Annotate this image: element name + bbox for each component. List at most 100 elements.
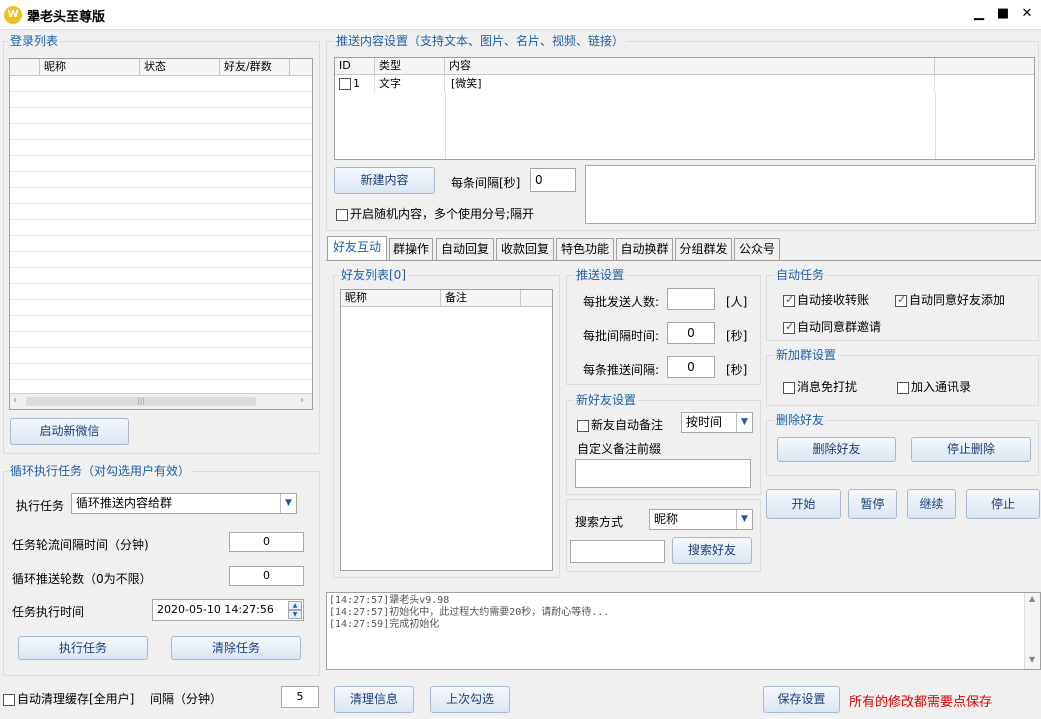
stop-button[interactable]: 停止 bbox=[966, 489, 1040, 519]
tab-group-broadcast[interactable]: 分组群发 bbox=[675, 238, 732, 260]
new-content-button[interactable]: 新建内容 bbox=[334, 167, 435, 194]
save-settings-button[interactable]: 保存设置 bbox=[763, 686, 840, 713]
checkbox-icon[interactable] bbox=[897, 381, 909, 394]
each-push-interval-input[interactable]: 0 bbox=[667, 356, 715, 378]
mute-checkbox[interactable]: 消息免打扰 bbox=[783, 378, 857, 395]
login-table[interactable]: 昵称 状态 好友/群数 bbox=[9, 58, 313, 410]
interval-input[interactable]: 0 bbox=[229, 532, 304, 552]
scroll-down-icon[interactable]: ▼ bbox=[1029, 655, 1035, 664]
batch-count-input[interactable] bbox=[667, 288, 715, 310]
each-push-interval-unit: [秒] bbox=[726, 363, 748, 377]
each-interval-input[interactable]: 0 bbox=[530, 168, 576, 192]
delete-friend-button[interactable]: 删除好友 bbox=[777, 437, 896, 462]
accept-transfer-label: 自动接收转账 bbox=[797, 293, 870, 307]
start-wechat-button[interactable]: 启动新微信 bbox=[10, 418, 129, 445]
checkbox-icon[interactable] bbox=[3, 693, 15, 706]
scroll-right-icon[interactable]: › bbox=[300, 395, 304, 406]
each-interval-label: 每条间隔[秒] bbox=[451, 176, 521, 190]
push-settings-label: 推送设置 bbox=[574, 268, 627, 282]
checkbox-checked-icon[interactable] bbox=[895, 293, 907, 307]
interval-label: 任务轮流间隔时间（分钟) bbox=[12, 538, 149, 552]
checkbox-icon[interactable] bbox=[783, 381, 795, 394]
tab-auto-switch-group[interactable]: 自动换群 bbox=[616, 238, 673, 260]
tab-friend-interaction[interactable]: 好友互动 bbox=[327, 236, 387, 261]
batch-interval-input[interactable]: 0 bbox=[667, 322, 715, 344]
note-mode-value: 按时间 bbox=[686, 415, 723, 429]
scroll-up-icon[interactable]: ▲ bbox=[1029, 594, 1035, 603]
tab-payment-reply[interactable]: 收款回复 bbox=[496, 238, 554, 260]
tab-official-account[interactable]: 公众号 bbox=[734, 238, 780, 260]
col-friend-note[interactable]: 备注 bbox=[441, 290, 521, 307]
search-input[interactable] bbox=[570, 540, 665, 563]
minimize-button[interactable]: ▁ bbox=[966, 2, 992, 26]
scroll-left-icon[interactable]: ‹ bbox=[13, 395, 17, 406]
batch-interval-label: 每批间隔时间: bbox=[583, 329, 660, 343]
time-value: 2020-05-10 14:27:56 bbox=[157, 603, 274, 616]
spin-up-icon[interactable]: ▲ bbox=[288, 601, 302, 610]
login-table-scrollbar[interactable]: ‹ ||| › bbox=[10, 393, 312, 409]
search-mode-select[interactable]: 昵称 ▼ bbox=[649, 509, 753, 530]
resume-button[interactable]: 继续 bbox=[907, 489, 956, 519]
spin-down-icon[interactable]: ▼ bbox=[288, 610, 302, 619]
push-content-table[interactable]: ID 类型 内容 1 文字 [微笑] bbox=[334, 57, 1035, 160]
checkbox-checked-icon[interactable] bbox=[783, 320, 795, 334]
row-checkbox[interactable] bbox=[339, 78, 351, 90]
time-picker[interactable]: 2020-05-10 14:27:56 ▲ ▼ bbox=[152, 599, 304, 621]
cache-interval-label: 间隔（分钟） bbox=[150, 692, 223, 706]
batch-count-label: 每批发送人数: bbox=[583, 295, 660, 309]
tab-auto-reply[interactable]: 自动回复 bbox=[436, 238, 494, 260]
rounds-input[interactable]: 0 bbox=[229, 566, 304, 586]
random-content-checkbox[interactable]: 开启随机内容，多个使用分号;隔开 bbox=[336, 205, 534, 222]
col-status[interactable]: 状态 bbox=[140, 59, 220, 76]
note-prefix-input[interactable] bbox=[575, 459, 751, 488]
accept-transfer-checkbox[interactable]: 自动接收转账 bbox=[783, 291, 869, 308]
search-friend-button[interactable]: 搜索好友 bbox=[672, 537, 752, 564]
log-scrollbar[interactable]: ▲ ▼ bbox=[1024, 593, 1040, 669]
pause-button[interactable]: 暂停 bbox=[848, 489, 897, 519]
col-friend-group-count[interactable]: 好友/群数 bbox=[220, 59, 290, 76]
task-select[interactable]: 循环推送内容给群 ▼ bbox=[71, 493, 297, 514]
add-contact-checkbox[interactable]: 加入通讯录 bbox=[897, 378, 971, 395]
mute-label: 消息免打扰 bbox=[797, 380, 858, 394]
col-id[interactable]: ID bbox=[335, 58, 375, 75]
auto-note-checkbox[interactable]: 新友自动备注 bbox=[577, 416, 663, 433]
col-nickname[interactable]: 昵称 bbox=[40, 59, 140, 76]
search-mode-label: 搜索方式 bbox=[575, 515, 624, 529]
clear-task-button[interactable]: 清除任务 bbox=[171, 636, 301, 660]
chevron-down-icon[interactable]: ▼ bbox=[280, 494, 296, 513]
note-mode-select[interactable]: 按时间 ▼ bbox=[681, 412, 753, 433]
tab-group-ops[interactable]: 群操作 bbox=[389, 238, 433, 260]
checkbox-icon[interactable] bbox=[577, 419, 589, 432]
clear-info-button[interactable]: 清理信息 bbox=[334, 686, 414, 713]
note-prefix-label: 自定义备注前缀 bbox=[577, 442, 662, 456]
chevron-down-icon[interactable]: ▼ bbox=[736, 510, 752, 529]
log-panel[interactable]: [14:27:57]犟老头v9.98 [14:27:57]初始化中，此过程大约需… bbox=[326, 592, 1041, 670]
table-row[interactable]: 1 文字 [微笑] bbox=[335, 75, 1034, 93]
window-title: 犟老头至尊版 bbox=[27, 10, 106, 25]
scroll-thumb[interactable]: ||| bbox=[26, 397, 256, 406]
auto-clear-checkbox[interactable]: 自动清理缓存[全用户] bbox=[3, 690, 134, 707]
title-bar bbox=[0, 0, 1041, 30]
run-task-button[interactable]: 执行任务 bbox=[18, 636, 148, 660]
maximize-button[interactable]: ■ bbox=[990, 2, 1016, 26]
checkbox-icon[interactable] bbox=[336, 208, 348, 221]
auto-note-label: 新友自动备注 bbox=[591, 418, 664, 432]
rounds-label: 循环推送轮数（0为不限） bbox=[12, 572, 152, 586]
row-id: 1 bbox=[353, 77, 360, 90]
last-check-button[interactable]: 上次勾选 bbox=[430, 686, 510, 713]
col-friend-nickname[interactable]: 昵称 bbox=[341, 290, 441, 307]
checkbox-checked-icon[interactable] bbox=[783, 293, 795, 307]
tab-features[interactable]: 特色功能 bbox=[556, 238, 614, 260]
accept-friend-checkbox[interactable]: 自动同意好友添加 bbox=[895, 291, 1005, 308]
col-type[interactable]: 类型 bbox=[375, 58, 445, 75]
content-textarea[interactable] bbox=[585, 165, 1036, 224]
close-button[interactable]: ✕ bbox=[1014, 2, 1040, 26]
accept-group-checkbox[interactable]: 自动同意群邀请 bbox=[783, 318, 881, 335]
col-content[interactable]: 内容 bbox=[445, 58, 935, 75]
cache-interval-input[interactable]: 5 bbox=[281, 686, 319, 708]
random-content-label: 开启随机内容，多个使用分号;隔开 bbox=[350, 207, 535, 221]
friend-table[interactable]: 昵称 备注 bbox=[340, 289, 553, 571]
start-button[interactable]: 开始 bbox=[766, 489, 841, 519]
chevron-down-icon[interactable]: ▼ bbox=[736, 413, 752, 432]
stop-delete-button[interactable]: 停止删除 bbox=[911, 437, 1031, 462]
